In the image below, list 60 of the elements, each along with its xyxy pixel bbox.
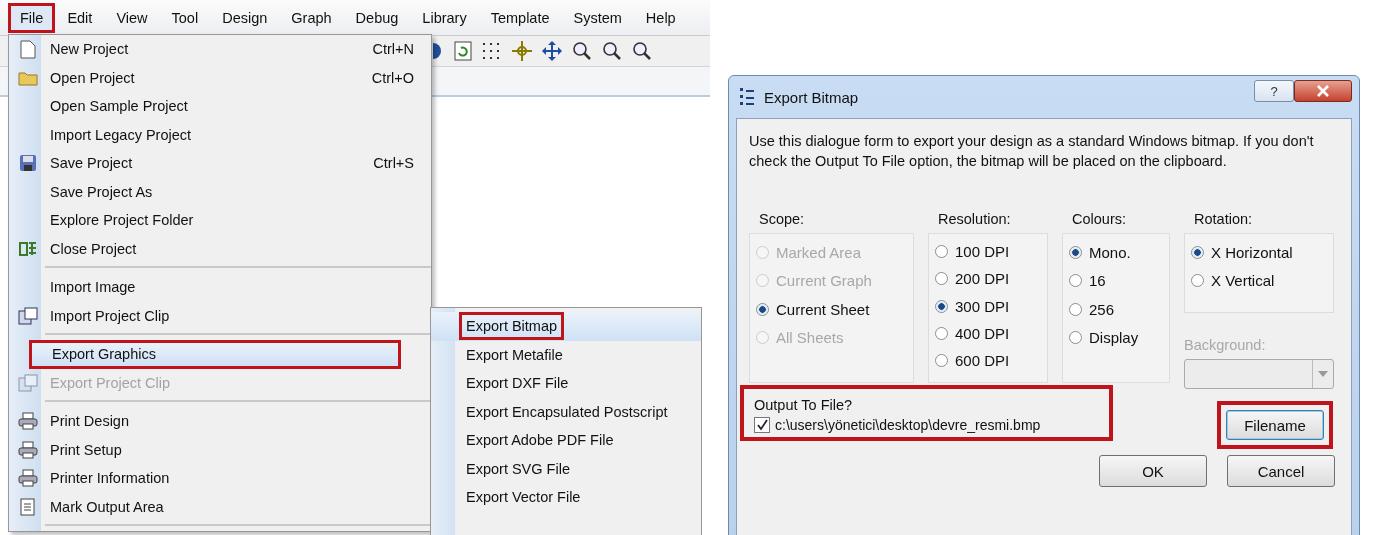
menu-bar-item[interactable]: Graph <box>279 2 344 33</box>
option-label: Current Graph <box>776 272 872 290</box>
submenu-item[interactable]: Export DXF File <box>431 369 701 398</box>
option-label: 200 DPI <box>955 270 1010 288</box>
submenu-item[interactable]: Export Encapsulated Postscript <box>431 397 701 426</box>
menu-bar-item[interactable]: Help <box>633 2 688 33</box>
menu-item[interactable]: Export Graphics <box>29 340 401 369</box>
option-label: All Sheets <box>776 329 844 347</box>
menu-item[interactable]: Open Project Ctrl+O <box>11 63 429 92</box>
menu-item[interactable]: Print Setup <box>11 435 429 464</box>
menu-bar-item[interactable]: Edit <box>55 2 105 33</box>
menu-bar-item[interactable]: Library <box>410 2 479 33</box>
menu-bar-item[interactable]: Design <box>210 2 280 33</box>
option-label: 600 DPI <box>955 351 1010 369</box>
menu-bar-item[interactable]: File <box>8 2 56 33</box>
menu-item[interactable]: Save Project Ctrl+S <box>11 149 429 178</box>
submenu-item[interactable]: Export Vector File <box>431 483 701 512</box>
menu-item[interactable]: Import Image <box>11 273 429 302</box>
filename-button[interactable]: Filename <box>1226 410 1324 440</box>
option-label: 256 <box>1089 300 1115 318</box>
option-label: 300 DPI <box>955 297 1010 315</box>
group-label: Resolution: <box>938 211 1012 227</box>
menu-item[interactable]: Print Design <box>11 407 429 436</box>
option-label: 16 <box>1089 272 1106 290</box>
submenu-item[interactable]: Export Bitmap <box>431 312 701 341</box>
menu-item[interactable]: Import Legacy Project <box>11 120 429 149</box>
submenu-item[interactable]: Export Metafile <box>431 340 701 369</box>
menu-bar-item[interactable]: Debug <box>343 2 411 33</box>
menu-item[interactable]: Mark Output Area <box>11 492 429 521</box>
option-label: Marked Area <box>776 243 862 261</box>
group-label: Colours: <box>1072 211 1127 227</box>
menu-bar-item[interactable]: System <box>561 2 634 33</box>
group-label: Scope: <box>759 211 806 227</box>
description-text: Use this dialogue form to export your design as a standard Windows bitmap. If you don't check the Output To File option, the bitmap will be placed on the clipboard. <box>749 132 1315 171</box>
output-label: Output To File? <box>754 397 854 413</box>
menu-bar-item[interactable]: Template <box>478 2 562 33</box>
menu-item[interactable]: Explore Project Folder <box>11 206 429 235</box>
submenu-item[interactable]: Export SVG File <box>431 454 701 483</box>
dialog-button[interactable]: Cancel <box>1227 455 1335 487</box>
option-label: Display <box>1089 329 1139 347</box>
menu-item[interactable]: Open Sample Project <box>11 92 429 121</box>
submenu-item[interactable]: Export Adobe PDF File <box>431 426 701 455</box>
option-label: 100 DPI <box>955 243 1010 261</box>
option-label: Current Sheet <box>776 300 870 318</box>
help-button[interactable]: ? <box>1254 80 1294 102</box>
menu-item[interactable]: Printer Information <box>11 464 429 493</box>
dialog-button[interactable]: OK <box>1099 455 1207 487</box>
option-label: X Vertical <box>1211 272 1275 290</box>
dialog-title: Export Bitmap <box>764 88 859 106</box>
option-label: 400 DPI <box>955 324 1010 342</box>
menu-bar-item[interactable]: Tool <box>159 2 211 33</box>
menu-bar-item[interactable]: View <box>104 2 160 33</box>
background-label: Background: <box>1184 337 1267 353</box>
menu-item[interactable]: Save Project As <box>11 177 429 206</box>
menu-item[interactable]: Close Project <box>11 234 429 263</box>
file-path-text: c:\users\yönetici\desktop\devre_resmi.bmp <box>775 417 1041 433</box>
option-label: Mono. <box>1089 243 1131 261</box>
group-label: Rotation: <box>1194 211 1254 227</box>
option-label: X Horizontal <box>1211 243 1293 261</box>
menu-item[interactable]: Import Project Clip <box>11 301 429 330</box>
